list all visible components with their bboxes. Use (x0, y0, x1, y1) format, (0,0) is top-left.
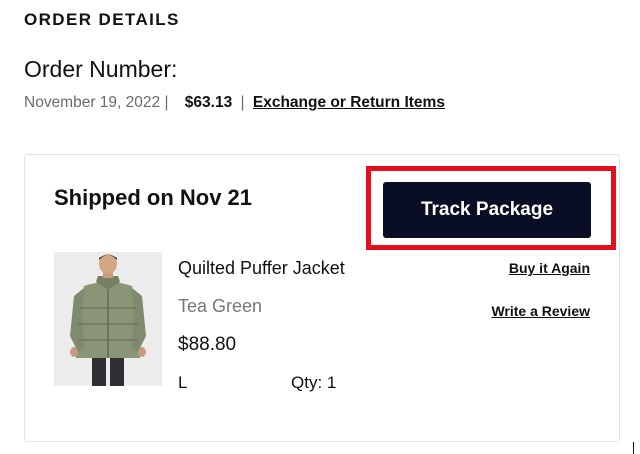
write-review-link[interactable]: Write a Review (491, 303, 590, 319)
shipment-card: Shipped on Nov 21 Track Package Quilted … (24, 154, 620, 442)
text-cursor-icon (633, 442, 634, 454)
jacket-product-photo (54, 252, 162, 386)
order-total: $63.13 (184, 94, 233, 111)
buy-again-link[interactable]: Buy it Again (509, 260, 590, 276)
product-image[interactable] (54, 252, 162, 386)
section-title: ORDER DETAILS (24, 10, 180, 29)
separator: | (164, 94, 169, 111)
shipment-status: Shipped on Nov 21 (54, 185, 253, 210)
product-price: $88.80 (178, 334, 237, 355)
product-size: L (178, 373, 188, 392)
separator: | (240, 94, 245, 111)
product-quantity: Qty: 1 (291, 373, 337, 392)
product-color: Tea Green (178, 296, 263, 316)
track-package-button[interactable]: Track Package (383, 182, 591, 238)
product-name[interactable]: Quilted Puffer Jacket (178, 258, 345, 279)
order-date: November 19, 2022 (24, 94, 161, 111)
order-number-label: Order Number: (24, 56, 178, 82)
order-meta-row: November 19, 2022 | $63.13 | Exchange or… (24, 94, 445, 112)
exchange-return-link[interactable]: Exchange or Return Items (253, 94, 445, 111)
